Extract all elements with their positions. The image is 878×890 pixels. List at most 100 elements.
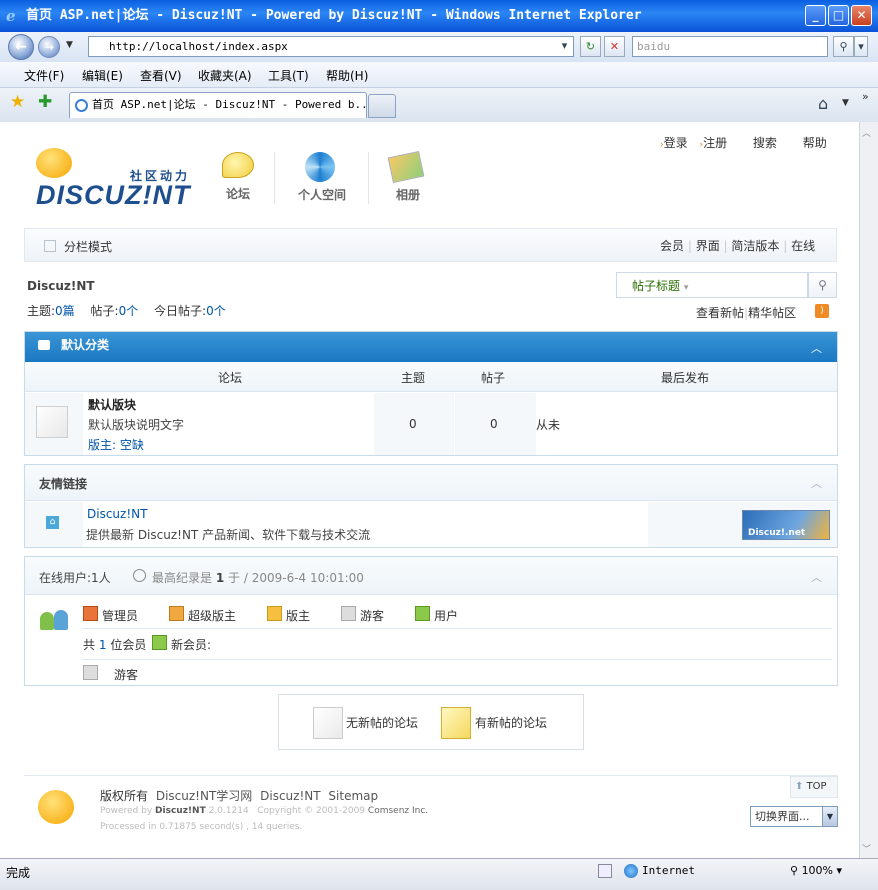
forum-name[interactable]: 默认版块: [88, 396, 136, 413]
friend-link-name[interactable]: Discuz!NT: [87, 507, 147, 521]
friend-links-header[interactable]: [25, 465, 837, 501]
today-posts-count: 0个: [206, 304, 226, 318]
online-header[interactable]: [25, 557, 837, 595]
split-mode-icon[interactable]: [44, 240, 56, 252]
help-link[interactable]: 帮助: [803, 136, 827, 150]
online-link[interactable]: 在线: [791, 239, 815, 253]
legend-user: 用户: [434, 609, 459, 623]
nav-forum[interactable]: 论坛: [226, 185, 250, 202]
online-count: 在线用户:1人: [39, 571, 111, 585]
search-input[interactable]: baidu: [632, 36, 828, 57]
forum-posts-value: 0: [490, 417, 498, 431]
footer-powered: Powered by Discuz!NT 2.0.1214 Copyright …: [100, 806, 429, 816]
new-member-label: 新会员:: [171, 638, 212, 652]
switch-ui-dropdown-icon[interactable]: ▼: [822, 807, 837, 826]
nav-space[interactable]: 个人空间: [298, 186, 346, 203]
digest-link[interactable]: 精华帖区: [748, 306, 796, 320]
breadcrumb[interactable]: Discuz!NT: [27, 279, 95, 293]
register-link[interactable]: 注册: [703, 136, 727, 150]
menu-bar: [0, 62, 878, 88]
address-input[interactable]: http://localhost/index.aspx: [88, 36, 574, 57]
moderator-link[interactable]: 空缺: [120, 438, 144, 452]
close-button[interactable]: ✕: [851, 5, 872, 26]
search-options-icon[interactable]: ▾: [854, 36, 868, 57]
refresh-button[interactable]: ↻: [580, 36, 601, 57]
home-dropdown-icon[interactable]: ▼: [842, 98, 849, 108]
swirl-space-icon[interactable]: [305, 152, 335, 182]
home-icon[interactable]: ⌂: [818, 94, 828, 113]
user-icon: [415, 606, 430, 621]
tab-current[interactable]: 首页 ASP.net|论坛 - Discuz!NT - Powered b...: [69, 92, 367, 118]
menu-view[interactable]: 查看(V): [140, 67, 182, 84]
legend-guest: 游客: [360, 609, 385, 623]
new-tab-button[interactable]: [368, 94, 396, 118]
menu-edit[interactable]: 编辑(E): [82, 67, 123, 84]
forum-desc: 默认版块说明文字: [88, 418, 185, 432]
collapse-icon[interactable]: ︿: [811, 340, 822, 356]
legend-admin: 管理员: [102, 609, 139, 623]
menu-help[interactable]: 帮助(H): [326, 67, 368, 84]
nav-album[interactable]: 相册: [396, 186, 420, 203]
logo-text[interactable]: DISCUZ!NT: [36, 180, 190, 211]
footer-logo-icon: [38, 790, 74, 824]
forward-button[interactable]: →: [38, 36, 60, 58]
stop-button[interactable]: ✕: [604, 36, 625, 57]
lite-version-link[interactable]: 简洁版本: [731, 239, 779, 253]
skin-link[interactable]: 界面: [696, 239, 720, 253]
category-title[interactable]: 默认分类: [61, 336, 109, 353]
discuz-logo-icon: [36, 148, 72, 178]
maximize-button[interactable]: □: [828, 5, 849, 26]
ie-logo-icon: e: [6, 7, 16, 25]
photo-album-icon[interactable]: [387, 150, 425, 184]
collapse-icon[interactable]: ︿: [811, 475, 822, 491]
search-link[interactable]: 搜索: [753, 136, 777, 150]
zoom-control[interactable]: ⚲ 100% ▾: [790, 864, 842, 877]
search-type-select[interactable]: 帖子标题 ▾: [632, 277, 688, 294]
friend-links-title: 友情链接: [39, 477, 88, 491]
admin-icon: [83, 606, 98, 621]
users-group-icon: [40, 608, 70, 630]
forum-topics-value: 0: [409, 417, 417, 431]
scroll-up-icon[interactable]: ︿: [862, 126, 871, 139]
menu-tools[interactable]: 工具(T): [268, 67, 309, 84]
address-dropdown-icon[interactable]: ▾: [556, 36, 573, 57]
toolbar-overflow-icon[interactable]: »: [862, 90, 869, 103]
rss-icon[interactable]: ): [815, 304, 829, 318]
footer-link-sitemap[interactable]: Sitemap: [328, 789, 378, 803]
moderator-line: 版主: 空缺: [88, 438, 144, 452]
scroll-down-icon[interactable]: ﹀: [862, 842, 871, 855]
split-mode-link[interactable]: 分栏模式: [64, 238, 112, 255]
menu-file[interactable]: 文件(F): [24, 67, 64, 84]
minimize-button[interactable]: _: [805, 5, 826, 26]
col-topics: 主题: [401, 371, 426, 385]
no-new-posts-icon: [36, 406, 68, 438]
discuz-banner[interactable]: Discuz!.net: [742, 510, 830, 540]
smiley-chat-icon[interactable]: [222, 152, 254, 178]
back-to-top-button[interactable]: ⬆ TOP: [790, 776, 838, 798]
history-dropdown-icon[interactable]: ▼: [66, 40, 73, 50]
legend-has-new: 有新帖的论坛: [475, 716, 548, 730]
search-icon[interactable]: ⚲: [833, 36, 854, 57]
menu-favorites[interactable]: 收藏夹(A): [198, 67, 252, 84]
guest-icon: [341, 606, 356, 621]
footer-link-learn[interactable]: Discuz!NT学习网: [156, 789, 252, 803]
category-chat-icon: [38, 340, 50, 350]
topics-count: 0篇: [55, 304, 75, 318]
col-posts: 帖子: [481, 371, 506, 385]
back-button[interactable]: ←: [8, 34, 34, 60]
protected-mode-icon[interactable]: [598, 864, 612, 878]
new-posts-link[interactable]: 查看新帖: [696, 306, 744, 320]
login-link[interactable]: 登录: [664, 136, 688, 150]
members-link[interactable]: 会员: [660, 239, 684, 253]
favorites-star-icon[interactable]: ★: [10, 92, 25, 112]
category-header[interactable]: [25, 332, 837, 362]
forum-search-icon[interactable]: ⚲: [808, 272, 837, 298]
legend-no-new: 无新帖的论坛: [346, 716, 419, 730]
online-guest[interactable]: 游客: [114, 666, 138, 683]
add-favorite-icon[interactable]: ✚: [38, 92, 52, 112]
footer-link-discuz[interactable]: Discuz!NT: [260, 789, 320, 803]
vertical-scrollbar[interactable]: ︿ ﹀: [859, 122, 878, 858]
col-forum: 论坛: [218, 371, 243, 385]
new-member-icon: [152, 635, 167, 650]
collapse-icon[interactable]: ︿: [811, 569, 822, 585]
